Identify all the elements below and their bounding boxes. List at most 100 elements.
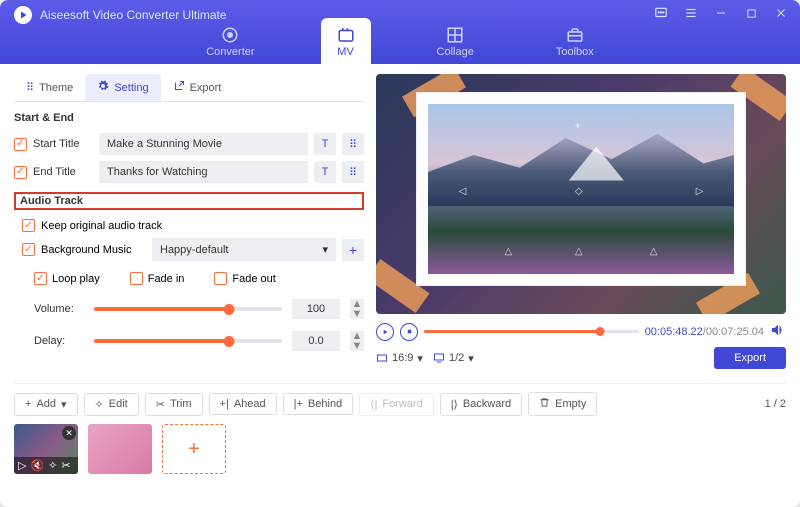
- ahead-button[interactable]: +| Ahead: [209, 393, 277, 415]
- converter-icon: [221, 26, 239, 44]
- chevron-down-icon: ▾: [322, 243, 328, 256]
- text-style-button[interactable]: T: [314, 133, 336, 155]
- collage-icon: [446, 26, 464, 44]
- volume-label: Volume:: [34, 303, 84, 315]
- plus-icon: +: [25, 398, 31, 410]
- text-position-button[interactable]: ⠿: [342, 133, 364, 155]
- volume-down[interactable]: ▼: [350, 309, 364, 319]
- wand-icon[interactable]: ✧: [48, 459, 57, 472]
- delay-down[interactable]: ▼: [350, 341, 364, 351]
- start-title-label: Start Title: [33, 138, 93, 150]
- aspect-value: 16:9: [392, 352, 413, 364]
- clip-thumbnail[interactable]: [88, 424, 152, 474]
- theme-icon: ⠿: [26, 81, 34, 94]
- delete-clip-icon[interactable]: ✕: [62, 426, 76, 440]
- text-position-button[interactable]: ⠿: [342, 161, 364, 183]
- fadein-label: Fade in: [148, 273, 185, 285]
- export-icon: [173, 80, 185, 95]
- titlebar: Aiseesoft Video Converter Ultimate Conve…: [0, 0, 800, 64]
- bg-music-value: Happy-default: [160, 244, 229, 256]
- forward-icon: ⟨|: [370, 398, 377, 411]
- seek-slider[interactable]: [424, 330, 639, 333]
- section-start-end: Start & End: [14, 112, 364, 124]
- text-style-button[interactable]: T: [314, 161, 336, 183]
- tab-label: Collage: [437, 46, 474, 58]
- subtab-label: Setting: [114, 82, 148, 94]
- section-audio-track: Audio Track: [14, 192, 364, 210]
- loop-checkbox[interactable]: [34, 272, 47, 285]
- play-icon[interactable]: ▷: [18, 459, 26, 472]
- page-dropdown[interactable]: 1/2▾: [433, 352, 474, 365]
- tab-mv[interactable]: MV: [321, 18, 371, 64]
- empty-button[interactable]: Empty: [528, 392, 597, 416]
- bg-music-checkbox[interactable]: [22, 243, 35, 256]
- fadeout-checkbox[interactable]: [214, 272, 227, 285]
- keep-original-label: Keep original audio track: [41, 220, 162, 232]
- clip-thumbnail[interactable]: ✕ ▷ 🔇 ✧ ✂: [14, 424, 78, 474]
- aspect-ratio-dropdown[interactable]: 16:9 ▾: [376, 352, 423, 365]
- btn-label: Ahead: [234, 398, 266, 410]
- add-clip-button[interactable]: +: [162, 424, 226, 474]
- bg-music-label: Background Music: [41, 244, 146, 256]
- btn-label: Behind: [308, 398, 342, 410]
- volume-slider[interactable]: [94, 307, 282, 311]
- trim-button[interactable]: ✂Trim: [145, 393, 203, 416]
- loop-label: Loop play: [52, 273, 100, 285]
- btn-label: Backward: [463, 398, 511, 410]
- end-title-checkbox[interactable]: [14, 166, 27, 179]
- aspect-icon: [376, 352, 388, 364]
- subtab-setting[interactable]: Setting: [85, 74, 160, 101]
- subtab-theme[interactable]: ⠿ Theme: [14, 74, 85, 101]
- tab-collage[interactable]: Collage: [421, 18, 490, 64]
- video-preview[interactable]: + ◁ ▷ ◇ △ △ △: [376, 74, 786, 314]
- chevron-down-icon: ▾: [468, 352, 474, 365]
- start-title-checkbox[interactable]: [14, 138, 27, 151]
- tab-label: MV: [337, 46, 354, 58]
- btn-label: Empty: [555, 398, 586, 410]
- chevron-down-icon: ▾: [61, 398, 67, 411]
- btn-label: Edit: [109, 398, 128, 410]
- delay-label: Delay:: [34, 335, 84, 347]
- btn-label: Add: [36, 398, 56, 410]
- behind-icon: |+: [294, 398, 303, 410]
- subtab-export[interactable]: Export: [161, 74, 234, 101]
- btn-label: Forward: [382, 398, 422, 410]
- mv-icon: [337, 26, 355, 44]
- photo-content: + ◁ ▷ ◇ △ △ △: [427, 103, 735, 275]
- volume-icon[interactable]: [770, 322, 786, 341]
- toolbox-icon: [566, 26, 584, 44]
- ahead-icon: +|: [220, 398, 229, 410]
- forward-button[interactable]: ⟨| Forward: [359, 393, 434, 416]
- btn-label: Trim: [170, 398, 192, 410]
- wand-icon: ✧: [95, 398, 104, 411]
- behind-button[interactable]: |+ Behind: [283, 393, 354, 415]
- mute-icon[interactable]: 🔇: [30, 459, 44, 472]
- play-button[interactable]: [376, 323, 394, 341]
- tab-converter[interactable]: Converter: [190, 18, 270, 64]
- volume-value[interactable]: 100: [292, 299, 340, 319]
- delay-slider[interactable]: [94, 339, 282, 343]
- gear-icon: [97, 80, 109, 95]
- tab-toolbox[interactable]: Toolbox: [540, 18, 610, 64]
- settings-panel: ⠿ Theme Setting Export Start & End: [14, 74, 364, 369]
- edit-button[interactable]: ✧ Edit: [84, 393, 139, 416]
- subtab-label: Export: [190, 82, 222, 94]
- stop-button[interactable]: [400, 323, 418, 341]
- add-music-button[interactable]: +: [342, 239, 364, 261]
- keep-original-checkbox[interactable]: [22, 219, 35, 232]
- add-button[interactable]: + Add ▾: [14, 393, 78, 416]
- export-button[interactable]: Export: [714, 347, 786, 369]
- start-title-input[interactable]: [99, 133, 308, 155]
- delay-value[interactable]: 0.0: [292, 331, 340, 351]
- bg-music-dropdown[interactable]: Happy-default ▾: [152, 238, 336, 261]
- fadein-checkbox[interactable]: [130, 272, 143, 285]
- end-title-input[interactable]: [99, 161, 308, 183]
- scissors-icon[interactable]: ✂: [61, 459, 70, 472]
- app-window: Aiseesoft Video Converter Ultimate Conve…: [0, 0, 800, 507]
- end-title-label: End Title: [33, 166, 93, 178]
- tab-label: Toolbox: [556, 46, 594, 58]
- screen-icon: [433, 352, 445, 364]
- subtab-label: Theme: [39, 82, 73, 94]
- backward-button[interactable]: |⟩Backward: [440, 393, 522, 416]
- chevron-down-icon: ▾: [417, 352, 423, 365]
